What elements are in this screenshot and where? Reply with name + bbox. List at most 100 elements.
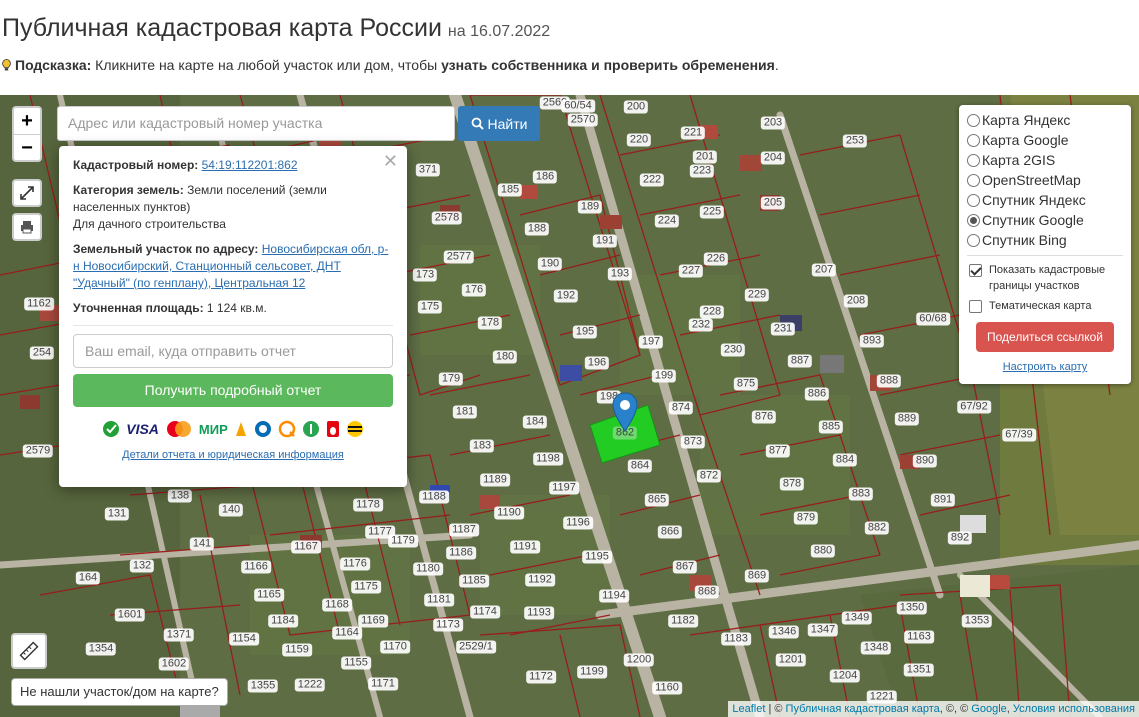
parcel-number-label[interactable]: 1155 <box>341 656 371 670</box>
parcel-number-label[interactable]: 865 <box>644 493 670 507</box>
parcel-number-label[interactable]: 1185 <box>459 574 489 588</box>
parcel-number-label[interactable]: 207 <box>811 263 837 277</box>
layer-option[interactable]: OpenStreetMap <box>967 170 1123 190</box>
parcel-number-label[interactable]: 1163 <box>904 630 934 644</box>
parcel-number-label[interactable]: 883 <box>848 487 874 501</box>
parcel-number-label[interactable]: 1169 <box>358 614 388 628</box>
parcel-number-label[interactable]: 873 <box>680 435 706 449</box>
parcel-number-label[interactable]: 201 <box>692 150 718 164</box>
parcel-number-label[interactable]: 1197 <box>549 481 579 495</box>
radio-button[interactable] <box>967 113 980 127</box>
parcel-number-label[interactable]: 186 <box>532 170 558 184</box>
parcel-number-label[interactable]: 1180 <box>413 562 443 576</box>
parcel-number-label[interactable]: 220 <box>626 133 652 147</box>
fullscreen-button[interactable] <box>12 179 42 207</box>
parcel-number-label[interactable]: 164 <box>75 571 101 585</box>
parcel-number-label[interactable]: 229 <box>744 288 770 302</box>
parcel-number-label[interactable]: 1193 <box>524 606 554 620</box>
parcel-number-label[interactable]: 1187 <box>449 523 479 537</box>
parcel-number-label[interactable]: 889 <box>894 412 920 426</box>
layer-option[interactable]: Спутник Google <box>967 210 1123 230</box>
parcel-number-label[interactable]: 882 <box>864 521 890 535</box>
parcel-number-label[interactable]: 875 <box>733 377 759 391</box>
parcel-number-label[interactable]: 886 <box>804 387 830 401</box>
parcel-number-label[interactable]: 1172 <box>526 670 556 684</box>
cadastral-map[interactable]: 2569 200 2570 203 221 220 201 204 222 223 371 185 18… <box>0 95 1139 717</box>
parcel-number-label[interactable]: 227 <box>678 264 704 278</box>
parcel-number-label[interactable]: 224 <box>654 214 680 228</box>
parcel-number-label[interactable]: 132 <box>129 559 155 573</box>
layer-option[interactable]: Карта 2GIS <box>967 150 1123 170</box>
parcel-number-label[interactable]: 1160 <box>652 681 682 695</box>
close-icon[interactable]: ✕ <box>383 151 398 172</box>
google-link[interactable]: Google <box>971 703 1006 715</box>
radio-button[interactable] <box>967 193 980 207</box>
parcel-number-label[interactable]: 869 <box>744 569 770 583</box>
parcel-number-label[interactable]: 140 <box>218 503 244 517</box>
parcel-number-label[interactable]: 874 <box>668 401 694 415</box>
terms-link[interactable]: Условия использования <box>1013 703 1135 715</box>
parcel-number-label[interactable]: 1182 <box>668 614 698 628</box>
parcel-number-label[interactable]: 67/39 <box>1002 428 1036 442</box>
parcel-number-label[interactable]: 1168 <box>322 598 352 612</box>
parcel-number-label[interactable]: 179 <box>438 372 464 386</box>
parcel-number-label[interactable]: 1166 <box>241 560 271 574</box>
measure-button[interactable] <box>11 633 47 669</box>
parcel-number-label[interactable]: 864 <box>627 459 653 473</box>
parcel-number-label[interactable]: 1355 <box>247 679 279 693</box>
parcel-number-label[interactable]: 891 <box>930 493 956 507</box>
parcel-number-label[interactable]: 223 <box>689 164 715 178</box>
parcel-number-label[interactable]: 1601 <box>114 608 146 622</box>
parcel-number-label[interactable]: 222 <box>639 173 665 187</box>
parcel-number-label[interactable]: 181 <box>452 405 478 419</box>
parcel-number-label[interactable]: 2579 <box>22 444 54 458</box>
parcel-number-label[interactable]: 2529/1 <box>456 640 496 654</box>
leaflet-link[interactable]: Leaflet <box>732 703 765 715</box>
parcel-number-label[interactable]: 1167 <box>291 540 321 554</box>
radio-button[interactable] <box>967 173 980 187</box>
parcel-number-label[interactable]: 1354 <box>85 642 117 656</box>
parcel-number-label[interactable]: 189 <box>577 200 603 214</box>
parcel-number-label[interactable]: 1175 <box>351 580 381 594</box>
parcel-number-label[interactable]: 221 <box>680 126 706 140</box>
parcel-number-label[interactable]: 184 <box>522 415 548 429</box>
parcel-number-label[interactable]: 254 <box>29 346 55 360</box>
radio-button[interactable] <box>967 213 980 227</box>
get-report-button[interactable]: Получить подробный отчет <box>73 374 393 407</box>
parcel-number-label[interactable]: 193 <box>607 267 633 281</box>
parcel-number-label[interactable]: 190 <box>537 257 563 271</box>
parcel-number-label[interactable]: 1164 <box>332 626 362 640</box>
parcel-number-label[interactable]: 191 <box>592 234 618 248</box>
parcel-number-label[interactable]: 1192 <box>525 573 555 587</box>
pkk-link[interactable]: Публичная кадастровая карта <box>786 703 940 715</box>
parcel-number-label[interactable]: 1201 <box>775 653 807 667</box>
parcel-number-label[interactable]: 877 <box>765 444 791 458</box>
parcel-number-label[interactable]: 1181 <box>424 593 454 607</box>
radio-button[interactable] <box>967 233 980 247</box>
email-field[interactable]: Ваш email, куда отправить отчет <box>73 334 393 368</box>
parcel-number-label[interactable]: 141 <box>189 537 215 551</box>
parcel-number-label[interactable]: 1171 <box>368 677 398 691</box>
parcel-number-label[interactable]: 180 <box>492 350 518 364</box>
parcel-number-label[interactable]: 176 <box>461 283 487 297</box>
parcel-number-label[interactable]: 890 <box>912 454 938 468</box>
radio-button[interactable] <box>967 153 980 167</box>
parcel-number-label[interactable]: 226 <box>703 252 729 266</box>
parcel-number-label[interactable]: 230 <box>720 343 746 357</box>
parcel-number-label[interactable]: 183 <box>469 439 495 453</box>
parcel-number-label[interactable]: 197 <box>638 335 664 349</box>
parcel-number-label[interactable]: 203 <box>760 116 786 130</box>
parcel-number-label[interactable]: 1183 <box>721 632 751 646</box>
parcel-number-label[interactable]: 253 <box>842 134 868 148</box>
parcel-number-label[interactable]: 2577 <box>443 250 475 264</box>
parcel-number-label[interactable]: 173 <box>412 268 438 282</box>
layer-option[interactable]: Спутник Яндекс <box>967 190 1123 210</box>
parcel-number-label[interactable]: 1348 <box>860 641 892 655</box>
parcel-number-label[interactable]: 1165 <box>254 588 284 602</box>
parcel-number-label[interactable]: 188 <box>524 222 550 236</box>
parcel-number-label[interactable]: 1351 <box>903 663 935 677</box>
report-details-link[interactable]: Детали отчета и юридическая информация <box>122 449 344 461</box>
parcel-number-label[interactable]: 1186 <box>446 546 476 560</box>
parcel-number-label[interactable]: 1194 <box>599 589 629 603</box>
parcel-number-label[interactable]: 885 <box>818 420 844 434</box>
